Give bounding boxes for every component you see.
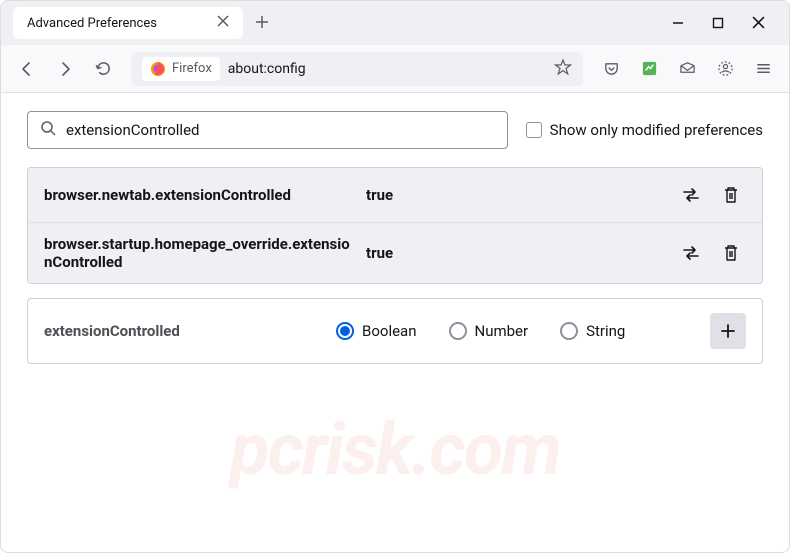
reload-button[interactable] [87,53,119,85]
pref-name: browser.startup.homepage_override.extens… [44,235,354,271]
delete-button[interactable] [716,180,746,210]
pref-name: browser.newtab.extensionControlled [44,186,354,204]
radio-boolean[interactable] [336,322,354,340]
radio-string[interactable] [560,322,578,340]
url-bar[interactable]: Firefox about:config [131,52,583,86]
account-icon[interactable] [709,53,741,85]
pocket-icon[interactable] [595,53,627,85]
pref-row: browser.newtab.extensionControlled true [28,168,762,223]
pref-actions [676,180,746,210]
close-window-button[interactable] [752,14,765,33]
minimize-button[interactable] [672,14,684,33]
toolbar: Firefox about:config [1,45,789,93]
tab-title: Advanced Preferences [27,16,157,31]
type-boolean[interactable]: Boolean [336,322,417,340]
modified-only-checkbox[interactable] [526,122,542,138]
add-pref-button[interactable] [710,313,746,349]
new-tab-button[interactable] [255,14,269,33]
menu-button[interactable] [747,53,779,85]
back-button[interactable] [11,53,43,85]
titlebar: Advanced Preferences [1,1,789,45]
inbox-icon[interactable] [671,53,703,85]
radio-number-label: Number [475,322,529,340]
toggle-button[interactable] [676,180,706,210]
new-pref-table: extensionControlled Boolean Number Strin… [27,298,763,364]
modified-only-label: Show only modified preferences [550,121,763,139]
search-icon [40,120,56,140]
forward-button[interactable] [49,53,81,85]
toggle-button[interactable] [676,238,706,268]
radio-boolean-label: Boolean [362,322,417,340]
pref-value: true [366,186,664,204]
extension-icon[interactable] [633,53,665,85]
firefox-logo-icon [150,61,166,77]
modified-only-checkbox-wrap[interactable]: Show only modified preferences [526,121,763,139]
close-tab-icon[interactable] [217,15,229,31]
identity-label: Firefox [172,61,212,76]
pref-row: browser.startup.homepage_override.extens… [28,223,762,283]
delete-button[interactable] [716,238,746,268]
window-controls [672,14,781,33]
radio-string-label: String [586,322,625,340]
type-string[interactable]: String [560,322,625,340]
browser-tab[interactable]: Advanced Preferences [13,7,243,39]
pref-actions [676,238,746,268]
search-box[interactable] [27,111,508,149]
url-text: about:config [228,61,546,77]
search-row: Show only modified preferences [27,111,763,149]
content-area: Show only modified preferences browser.n… [1,93,789,382]
identity-box[interactable]: Firefox [142,57,220,81]
maximize-button[interactable] [712,14,724,33]
type-number[interactable]: Number [449,322,529,340]
pref-value: true [366,244,664,262]
new-pref-row: extensionControlled Boolean Number Strin… [28,299,762,363]
new-pref-name: extensionControlled [44,322,324,340]
pref-table: browser.newtab.extensionControlled true … [27,167,763,284]
search-input[interactable] [66,121,495,139]
watermark: pcrisk.com [230,407,559,492]
type-radio-group: Boolean Number String [336,322,698,340]
bookmark-star-icon[interactable] [554,58,572,80]
radio-number[interactable] [449,322,467,340]
